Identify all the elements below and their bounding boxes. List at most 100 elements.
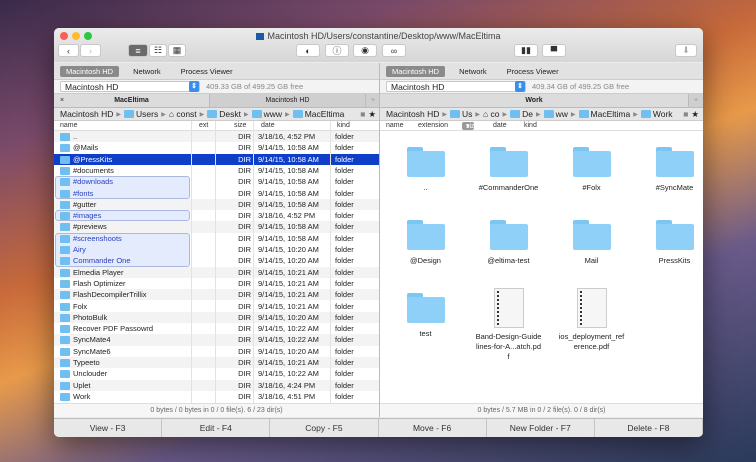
folder-icon xyxy=(60,392,70,401)
pdf-file-icon xyxy=(493,288,524,328)
cell-kd: folder xyxy=(335,177,354,187)
crumb[interactable]: Us xyxy=(450,109,472,119)
drive-process-viewer[interactable]: Process Viewer xyxy=(175,66,239,77)
grid-item[interactable]: ios_deployment_reference.pdf xyxy=(550,288,633,352)
tab-macintosh-hd[interactable]: Macintosh HD xyxy=(210,94,366,107)
favorite-star-icon[interactable]: ★ xyxy=(691,109,699,120)
new-folder-button[interactable]: New Folder - F7 xyxy=(487,419,595,437)
col-date[interactable]: date xyxy=(493,122,507,129)
grid-item[interactable]: #SyncMate xyxy=(633,147,703,193)
cell-nm: #previews xyxy=(73,222,107,232)
quick-look-button[interactable]: ◉ xyxy=(353,44,377,57)
folder-icon xyxy=(60,144,70,153)
cell-kd: folder xyxy=(335,188,354,198)
crumb[interactable]: Users xyxy=(124,109,158,119)
col-kind[interactable]: kind xyxy=(337,122,350,129)
grid-item[interactable]: #CommanderOne xyxy=(467,147,550,193)
back-button[interactable]: ‹ xyxy=(58,44,79,57)
crumb[interactable]: Macintosh HD xyxy=(60,109,113,119)
item-label: #Folx xyxy=(582,183,601,192)
left-disk-select[interactable]: Macintosh HD ⇕ xyxy=(60,81,200,92)
grid-item[interactable]: .. xyxy=(384,147,467,193)
right-disk-select[interactable]: Macintosh HD ⇕ xyxy=(386,81,526,92)
col-date[interactable]: date xyxy=(261,122,275,129)
grid-item[interactable]: @Design xyxy=(384,220,467,266)
search-binoculars-button[interactable]: ∞ xyxy=(382,44,406,57)
panels-button[interactable]: ▮▮ xyxy=(514,44,538,57)
folder-icon xyxy=(406,293,445,323)
add-tab-button[interactable]: + xyxy=(689,94,703,107)
download-button[interactable]: ⬇ xyxy=(675,44,697,57)
network-drive-button[interactable]: ▀ xyxy=(542,44,566,57)
crumb[interactable]: Work xyxy=(640,109,673,119)
left-status: 0 bytes / 0 bytes in 0 / 0 file(s). 6 / … xyxy=(54,403,379,417)
crumb[interactable]: MacEltima xyxy=(292,109,344,119)
detail-view-button[interactable]: ☷ xyxy=(149,44,167,57)
grid-item[interactable]: PressKits xyxy=(633,220,703,266)
drive-network[interactable]: Network xyxy=(453,66,493,77)
move-button[interactable]: Move - F6 xyxy=(379,419,487,437)
cell-nm: #downloads xyxy=(73,177,114,187)
col-name[interactable]: name xyxy=(60,122,78,129)
folder-icon xyxy=(60,291,70,300)
bookmark-square-icon[interactable]: ■ xyxy=(360,109,365,119)
cell-sz: DIR xyxy=(238,380,251,390)
cell-nm: #fonts xyxy=(73,188,94,198)
forward-button[interactable]: › xyxy=(80,44,101,57)
crumb[interactable]: De xyxy=(510,109,533,119)
folder-icon xyxy=(60,246,70,254)
add-tab-button[interactable]: + xyxy=(366,94,380,107)
folder-icon xyxy=(60,268,70,277)
info-button[interactable]: ⓘ xyxy=(325,44,349,57)
cell-sz: DIR xyxy=(238,154,251,164)
cell-dt: 9/14/15, 10:58 AM xyxy=(258,222,319,232)
icon-view-button[interactable]: ▦ xyxy=(168,44,186,57)
hidden-files-toggle[interactable]: ◐ xyxy=(296,44,320,57)
bookmark-square-icon[interactable]: ■ xyxy=(683,109,688,119)
crumb[interactable]: Deskt xyxy=(207,109,241,119)
view-button[interactable]: View - F3 xyxy=(54,419,163,437)
cell-sz: DIR xyxy=(238,211,251,221)
col-kind[interactable]: kind xyxy=(524,122,537,129)
grid-item[interactable]: #Folx xyxy=(550,147,633,193)
cell-kd: folder xyxy=(335,143,354,153)
grid-item[interactable]: test xyxy=(384,293,467,339)
grid-item[interactable]: @eltima-test xyxy=(467,220,550,266)
crumb[interactable]: ww xyxy=(543,109,568,119)
cell-dt: 9/14/15, 10:22 AM xyxy=(258,324,319,334)
grid-item[interactable]: Band-Design-Guidelines-for-A...atch.pdf xyxy=(467,288,550,362)
left-free-space: 409.33 GB of 499.25 GB free xyxy=(206,82,304,91)
col-name[interactable]: name xyxy=(386,122,404,129)
favorite-star-icon[interactable]: ★ xyxy=(368,109,376,120)
folder-icon xyxy=(572,220,611,250)
crumb[interactable]: ⌂ const xyxy=(169,109,197,119)
col-size[interactable]: size ▾ xyxy=(462,122,478,130)
crumb[interactable]: Macintosh HD xyxy=(386,109,439,119)
tab-work[interactable]: Work xyxy=(380,94,689,107)
grid-item[interactable]: Mail xyxy=(550,220,633,266)
delete-button[interactable]: Delete - F8 xyxy=(595,419,703,437)
crumb[interactable]: MacEltima xyxy=(578,109,630,119)
cell-nm: Airy xyxy=(73,245,86,254)
pdf-file-icon xyxy=(576,288,607,328)
col-extension[interactable]: extension xyxy=(418,122,448,129)
crumb[interactable]: www xyxy=(251,109,282,119)
folder-icon xyxy=(655,220,694,250)
cell-dt: 9/14/15, 10:58 AM xyxy=(258,177,319,187)
list-view-button[interactable]: ≡ xyxy=(128,44,148,57)
copy-button[interactable]: Copy - F5 xyxy=(270,419,379,437)
close-tab-icon[interactable]: × xyxy=(60,94,64,108)
crumb[interactable]: ⌂ co xyxy=(483,109,499,119)
tab-maceltima[interactable]: × MacEltima xyxy=(54,94,210,107)
drive-process-viewer[interactable]: Process Viewer xyxy=(501,66,565,77)
cell-dt: 9/14/15, 10:20 AM xyxy=(258,312,319,322)
edit-button[interactable]: Edit - F4 xyxy=(162,419,271,437)
left-drive-bar: Macintosh HD Network Process Viewer xyxy=(54,63,380,80)
drive-network[interactable]: Network xyxy=(127,66,167,77)
drive-macintosh-hd[interactable]: Macintosh HD xyxy=(60,65,120,77)
col-ext[interactable]: ext xyxy=(199,122,208,129)
right-column-header: name extension size ▾ date kind xyxy=(380,121,703,131)
cell-nm: Elmedia Player xyxy=(73,267,124,277)
col-size[interactable]: size xyxy=(234,122,246,129)
drive-macintosh-hd[interactable]: Macintosh HD xyxy=(386,65,446,77)
